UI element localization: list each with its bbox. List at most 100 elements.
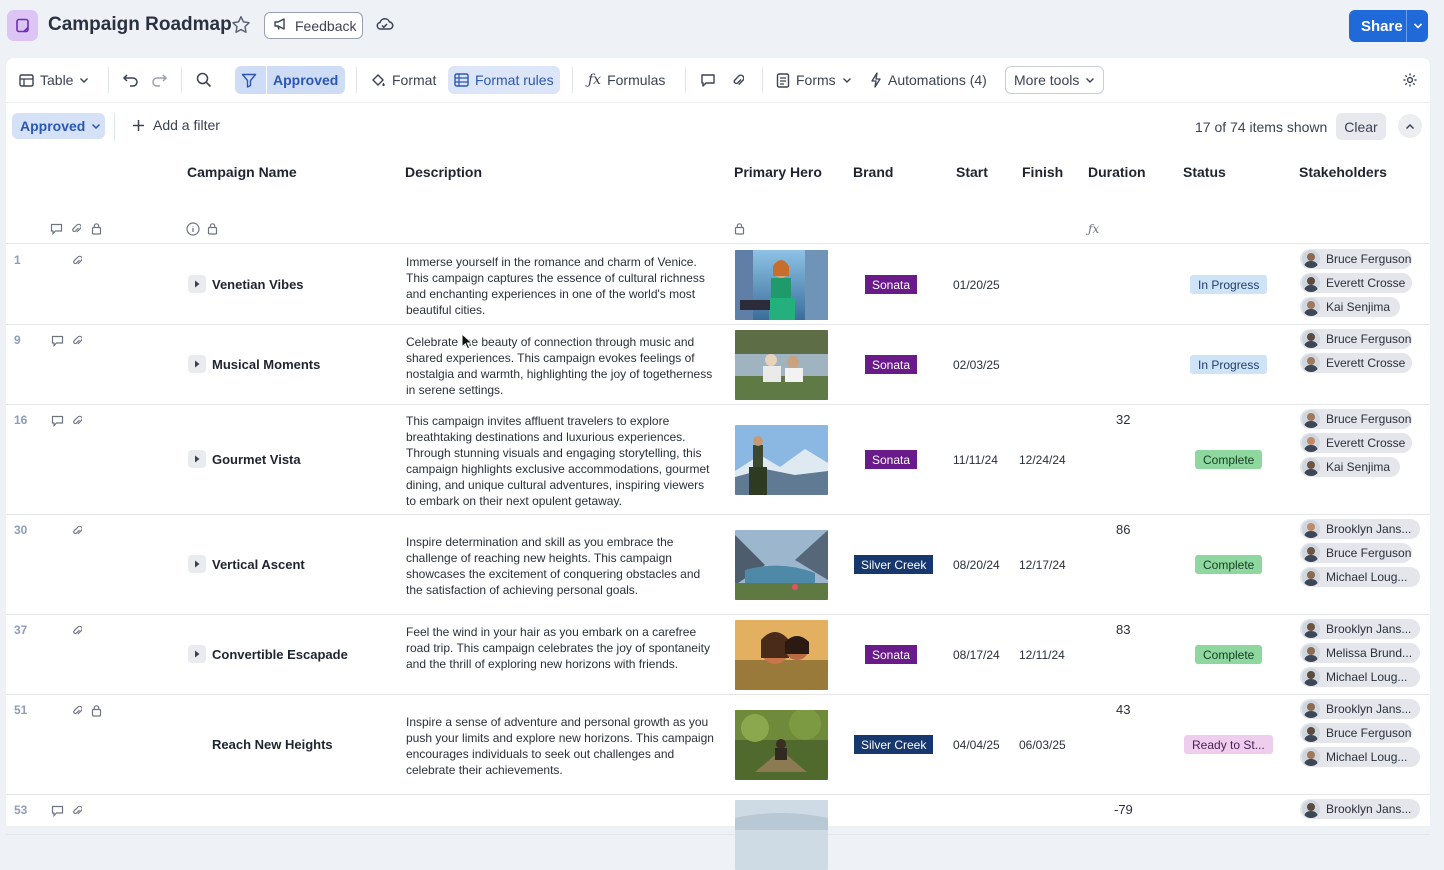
redo-button[interactable] — [144, 66, 174, 94]
paperclip-icon[interactable] — [72, 334, 83, 352]
paperclip-icon[interactable] — [72, 254, 83, 272]
finish-date-cell[interactable]: 12/11/24 — [1019, 648, 1065, 662]
hero-image[interactable] — [735, 330, 828, 400]
table-row[interactable]: 1 Venetian Vibes Immerse yourself in the … — [6, 245, 1430, 325]
stakeholder-chip[interactable]: Bruce Ferguson — [1300, 409, 1412, 429]
column-header-stakeholders[interactable]: Stakeholders — [1299, 164, 1387, 180]
stakeholder-chip[interactable]: Michael Loug... — [1300, 567, 1420, 587]
hero-image[interactable] — [735, 710, 828, 780]
column-header-primary-hero[interactable]: Primary Hero — [734, 164, 822, 180]
attachments-button[interactable] — [726, 66, 750, 94]
start-date-cell[interactable]: 02/03/25 — [953, 358, 1000, 372]
row-number[interactable]: 9 — [14, 333, 21, 347]
comment-icon[interactable] — [51, 804, 64, 822]
table-row[interactable]: 37 Convertible Escapade Feel the wind in … — [6, 615, 1430, 695]
feedback-button[interactable]: Feedback — [264, 12, 363, 39]
campaign-name-cell[interactable]: Reach New Heights — [212, 737, 333, 752]
expand-toggle[interactable] — [188, 555, 206, 573]
app-icon[interactable] — [7, 10, 38, 41]
column-header-description[interactable]: Description — [405, 164, 482, 180]
campaign-name-cell[interactable]: Convertible Escapade — [212, 647, 348, 662]
stakeholder-chip[interactable]: Brooklyn Jans... — [1300, 699, 1420, 719]
start-date-cell[interactable]: 04/04/25 — [953, 738, 1000, 752]
duration-cell[interactable]: 43 — [1116, 702, 1130, 717]
format-button[interactable]: Format — [364, 66, 442, 94]
cloud-sync-icon[interactable] — [375, 16, 394, 37]
view-selector[interactable]: Table — [13, 66, 95, 94]
start-date-cell[interactable]: 11/11/24 — [953, 453, 998, 467]
hero-image[interactable] — [735, 620, 828, 690]
status-badge[interactable]: Complete — [1195, 645, 1263, 664]
expand-toggle[interactable] — [188, 450, 206, 468]
search-button[interactable] — [190, 66, 218, 94]
status-badge[interactable]: In Progress — [1190, 355, 1268, 374]
stakeholder-chip[interactable]: Bruce Ferguson — [1300, 543, 1412, 563]
stakeholder-chip[interactable]: Bruce Ferguson — [1300, 329, 1412, 349]
comment-icon[interactable] — [51, 414, 64, 432]
hero-image[interactable] — [735, 800, 828, 870]
more-tools-button[interactable]: More tools — [1005, 66, 1105, 94]
chevron-down-icon[interactable] — [1413, 22, 1423, 30]
stakeholder-chip[interactable]: Melissa Brund... — [1300, 643, 1420, 663]
info-icon[interactable] — [186, 222, 200, 241]
paperclip-icon[interactable] — [72, 704, 83, 722]
table-row[interactable]: 51 Reach New Heights Inspire a sense of ad… — [6, 695, 1430, 795]
row-number[interactable]: 1 — [14, 253, 21, 267]
expand-toggle[interactable] — [188, 355, 206, 373]
format-rules-button[interactable]: Format rules — [448, 66, 560, 94]
stakeholder-chip[interactable]: Bruce Ferguson — [1300, 723, 1412, 743]
stakeholder-chip[interactable]: Michael Loug... — [1300, 667, 1420, 687]
expand-toggle[interactable] — [188, 275, 206, 293]
column-header-campaign-name[interactable]: Campaign Name — [187, 164, 297, 180]
star-icon[interactable] — [230, 14, 252, 41]
column-header-brand[interactable]: Brand — [853, 164, 893, 180]
paperclip-icon[interactable] — [72, 524, 83, 542]
stakeholder-chip[interactable]: Everett Crosse — [1300, 433, 1412, 453]
start-date-cell[interactable]: 08/17/24 — [953, 648, 1000, 662]
applied-filter-button[interactable]: Approved — [267, 66, 345, 94]
table-row[interactable]: 16 Gourmet Vista This campaign invites af… — [6, 405, 1430, 515]
finish-date-cell[interactable]: 12/24/24 — [1019, 453, 1066, 467]
formulas-button[interactable]: ƒx Formulas — [582, 66, 671, 94]
start-date-cell[interactable]: 01/20/25 — [953, 278, 1000, 292]
stakeholder-chip[interactable]: Brooklyn Jans... — [1300, 799, 1420, 819]
row-number[interactable]: 37 — [14, 623, 27, 637]
share-button[interactable]: Share — [1349, 10, 1428, 42]
status-badge[interactable]: In Progress — [1190, 275, 1268, 294]
table-row[interactable]: 53 -79 Brooklyn Jans... — [6, 795, 1430, 870]
row-number[interactable]: 30 — [14, 523, 27, 537]
row-number[interactable]: 16 — [14, 413, 27, 427]
finish-date-cell[interactable]: 06/03/25 — [1019, 738, 1066, 752]
status-badge[interactable]: Complete — [1195, 450, 1263, 469]
table-row[interactable]: 9 Musical Moments Celebrate the beauty of… — [6, 325, 1430, 405]
expand-toggle[interactable] — [188, 645, 206, 663]
campaign-name-cell[interactable]: Musical Moments — [212, 357, 320, 372]
stakeholder-chip[interactable]: Michael Loug... — [1300, 747, 1420, 767]
description-cell[interactable]: Immerse yourself in the romance and char… — [406, 254, 714, 318]
forms-button[interactable]: Forms — [770, 66, 858, 94]
column-header-status[interactable]: Status — [1183, 164, 1226, 180]
column-header-finish[interactable]: Finish — [1022, 164, 1063, 180]
stakeholder-chip[interactable]: Brooklyn Jans... — [1300, 519, 1420, 539]
status-badge[interactable]: Ready to St... — [1184, 735, 1273, 754]
campaign-name-cell[interactable]: Gourmet Vista — [212, 452, 301, 467]
duration-cell[interactable]: 32 — [1116, 412, 1130, 427]
filter-button[interactable] — [235, 66, 266, 94]
row-number[interactable]: 53 — [14, 803, 27, 817]
description-cell[interactable]: This campaign invites affluent travelers… — [406, 413, 714, 509]
table-row[interactable]: 30 Vertical Ascent Inspire determination … — [6, 515, 1430, 615]
add-filter-button[interactable]: Add a filter — [132, 117, 220, 133]
active-filter-chip[interactable]: Approved — [12, 113, 105, 139]
paperclip-icon[interactable] — [72, 624, 83, 642]
description-cell[interactable]: Celebrate the beauty of connection throu… — [406, 334, 714, 398]
automations-button[interactable]: Automations (4) — [864, 66, 993, 94]
undo-button[interactable] — [116, 66, 146, 94]
brand-tag[interactable]: Silver Creek — [854, 735, 934, 754]
brand-tag[interactable]: Sonata — [865, 450, 918, 469]
campaign-name-cell[interactable]: Vertical Ascent — [212, 557, 305, 572]
stakeholder-chip[interactable]: Bruce Ferguson — [1300, 249, 1412, 269]
duration-cell[interactable]: -79 — [1114, 802, 1133, 817]
stakeholder-chip[interactable]: Everett Crosse — [1300, 273, 1412, 293]
clear-filter-button[interactable]: Clear — [1336, 113, 1386, 140]
comment-icon[interactable] — [51, 334, 64, 352]
